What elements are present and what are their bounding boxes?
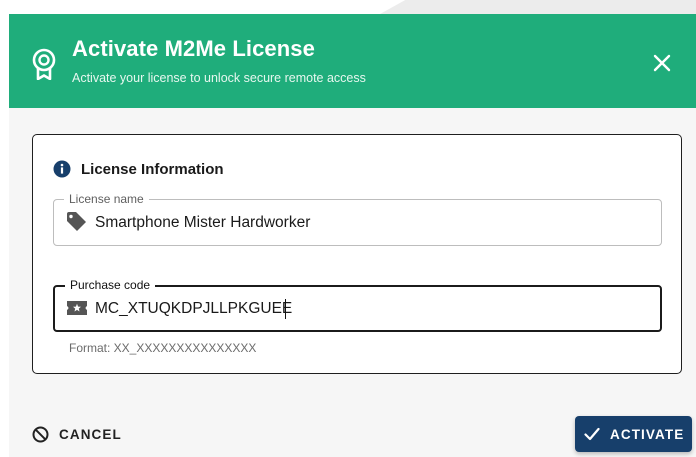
dialog-subtitle: Activate your license to unlock secure r… [72, 71, 366, 85]
purchase-code-field[interactable]: Purchase code [53, 278, 662, 332]
info-icon [53, 160, 71, 178]
award-ribbon-icon [32, 48, 56, 80]
license-name-field[interactable]: License name [53, 192, 662, 246]
dialog-body: License Information License name Purchas… [9, 108, 696, 400]
backdrop-panel [380, 0, 696, 14]
tag-icon [67, 212, 86, 231]
section-header: License Information [53, 159, 224, 179]
activate-button[interactable]: ACTIVATE [575, 416, 692, 452]
purchase-code-hint: Format: XX_XXXXXXXXXXXXXXX [69, 341, 257, 355]
ticket-icon [67, 301, 87, 315]
dialog-title: Activate M2Me License [72, 36, 315, 61]
cancel-icon [32, 426, 49, 442]
cancel-label: CANCEL [59, 426, 122, 442]
section-title: License Information [81, 160, 224, 178]
license-name-input[interactable] [95, 200, 645, 245]
activate-label: ACTIVATE [610, 426, 685, 442]
activate-license-dialog: Activate M2Me License Activate your lice… [9, 14, 696, 457]
dialog-footer: CANCEL ACTIVATE [9, 400, 696, 457]
purchase-code-input[interactable] [95, 286, 645, 331]
license-info-card: License Information License name Purchas… [32, 134, 682, 374]
close-icon[interactable] [651, 52, 673, 74]
checkmark-icon [584, 427, 600, 441]
cancel-button[interactable]: CANCEL [32, 425, 122, 443]
dialog-header: Activate M2Me License Activate your lice… [9, 14, 696, 108]
text-caret [285, 299, 286, 319]
